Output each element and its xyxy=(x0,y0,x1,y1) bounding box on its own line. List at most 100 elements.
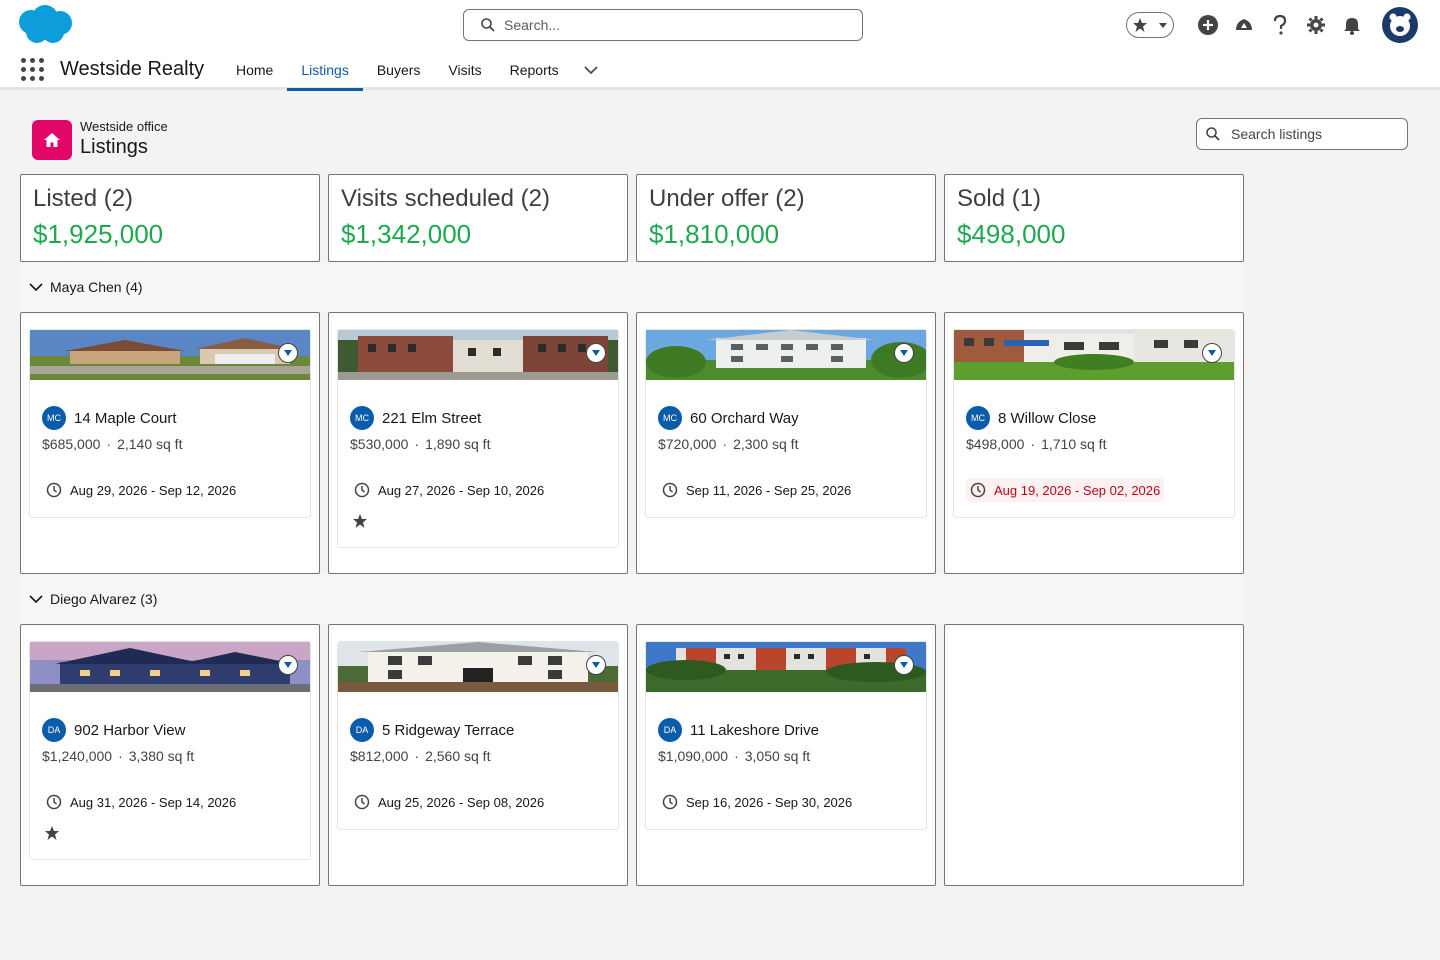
listing-photo xyxy=(338,642,618,692)
listing-price: $720,000 xyxy=(658,436,717,452)
listing-title[interactable]: 11 Lakeshore Drive xyxy=(690,722,819,739)
listing-area: 2,300 sq ft xyxy=(733,436,799,452)
lane-cell: DA 902 Harbor View $1,240,000 · 3,380 sq f… xyxy=(20,624,320,886)
favorite-star-icon[interactable] xyxy=(350,513,606,533)
listing-price: $1,240,000 xyxy=(42,748,113,764)
trailhead-icon[interactable] xyxy=(1226,7,1262,43)
listing-card[interactable]: MC 8 Willow Close $498,000 · 1,710 sq ft A… xyxy=(953,329,1235,518)
listing-area: 3,050 sq ft xyxy=(744,748,811,764)
visit-date-range: Sep 11, 2026 - Sep 25, 2026 xyxy=(658,478,855,502)
nav-tabs: Home Listings Buyers Visits Reports xyxy=(222,50,609,91)
nav-tab-listings[interactable]: Listings xyxy=(287,50,364,91)
favorite-star-icon[interactable] xyxy=(42,825,298,845)
listing-meta: $530,000 · 1,890 sq ft xyxy=(350,436,491,452)
listing-meta: $812,000 · 2,560 sq ft xyxy=(350,748,491,764)
clock-icon xyxy=(46,794,62,810)
salesforce-cloud-logo[interactable] xyxy=(15,4,75,46)
listing-price: $498,000 xyxy=(966,436,1025,452)
listing-photo xyxy=(338,330,618,380)
listing-card[interactable]: DA 902 Harbor View $1,240,000 · 3,380 sq f… xyxy=(29,641,311,860)
visit-date-range-overdue: Aug 19, 2026 - Sep 02, 2026 xyxy=(966,478,1165,502)
nav-tab-visits[interactable]: Visits xyxy=(434,50,495,90)
app-launcher-icon[interactable] xyxy=(21,58,45,82)
listing-title[interactable]: 5 Ridgeway Terrace xyxy=(382,722,514,739)
visit-date-range: Aug 25, 2026 - Sep 08, 2026 xyxy=(350,790,548,814)
clock-icon xyxy=(354,482,370,498)
group-label: Maya Chen (4) xyxy=(50,279,143,295)
listing-title[interactable]: 902 Harbor View xyxy=(74,722,185,739)
group-header-diego-alvarez[interactable]: Diego Alvarez (3) xyxy=(20,574,1244,624)
listing-meta: $685,000 · 2,140 sq ft xyxy=(42,436,183,452)
chevron-down-icon[interactable] xyxy=(586,343,606,363)
listing-meta: $1,090,000 · 3,050 sq ft xyxy=(658,748,811,764)
chevron-down-icon[interactable] xyxy=(1202,343,1222,363)
stage-amount: $498,000 xyxy=(957,219,1066,249)
lane-cell: DA 11 Lakeshore Drive $1,090,000 · 3,050 s… xyxy=(636,624,936,886)
nav-more-chevron-down-icon[interactable] xyxy=(573,50,609,90)
global-actions-plus-icon[interactable] xyxy=(1190,7,1226,43)
listing-meta: $498,000 · 1,710 sq ft xyxy=(966,436,1107,452)
user-avatar[interactable] xyxy=(1382,7,1418,43)
global-search-box[interactable]: Search... xyxy=(463,9,863,41)
nav-tab-buyers[interactable]: Buyers xyxy=(363,50,435,90)
clock-icon xyxy=(662,794,678,810)
chevron-down-icon[interactable] xyxy=(278,655,298,675)
listing-price: $812,000 xyxy=(350,748,409,764)
listings-search-input[interactable]: Search listings xyxy=(1196,118,1408,150)
listing-area: 3,380 sq ft xyxy=(128,748,195,764)
global-header: Search... xyxy=(0,0,1440,50)
setup-gear-icon[interactable] xyxy=(1298,7,1334,43)
lane-cell: MC 8 Willow Close $498,000 · 1,710 sq ft A… xyxy=(944,312,1244,574)
listing-title[interactable]: 60 Orchard Way xyxy=(690,410,799,427)
stage-label: Under offer (2) xyxy=(649,185,805,212)
listing-photo xyxy=(954,330,1234,380)
listing-price: $685,000 xyxy=(42,436,101,452)
stage-summary-listed: Listed (2) $1,925,000 xyxy=(20,174,320,262)
listing-card[interactable]: MC 221 Elm Street $530,000 · 1,890 sq ft A… xyxy=(337,329,619,548)
listing-card[interactable]: DA 5 Ridgeway Terrace $812,000 · 2,560 sq … xyxy=(337,641,619,830)
stage-amount: $1,925,000 xyxy=(33,219,164,249)
chevron-down-icon[interactable] xyxy=(278,343,298,363)
stage-amount: $1,810,000 xyxy=(649,219,780,249)
listing-photo xyxy=(30,642,310,692)
group-header-maya-chen[interactable]: Maya Chen (4) xyxy=(20,262,1244,312)
star-icon[interactable] xyxy=(1132,17,1148,33)
listing-area: 1,890 sq ft xyxy=(425,436,491,452)
help-icon[interactable] xyxy=(1262,7,1298,43)
listing-area: 2,560 sq ft xyxy=(425,748,491,764)
listings-home-icon xyxy=(32,120,72,160)
search-icon xyxy=(480,17,496,33)
app-navigation-bar: Westside Realty Home Listings Buyers Vis… xyxy=(0,50,1440,91)
breadcrumb[interactable]: Westside office xyxy=(80,119,168,134)
listing-area: 2,140 sq ft xyxy=(117,436,183,452)
visit-date-range: Aug 29, 2026 - Sep 12, 2026 xyxy=(42,478,240,502)
listing-card[interactable]: DA 11 Lakeshore Drive $1,090,000 · 3,050 s… xyxy=(645,641,927,830)
listing-price: $1,090,000 xyxy=(658,748,729,764)
group-label: Diego Alvarez (3) xyxy=(50,591,158,607)
listing-price: $530,000 xyxy=(350,436,409,452)
listing-photo xyxy=(646,330,926,380)
nav-tab-reports[interactable]: Reports xyxy=(496,50,573,90)
chevron-down-icon[interactable] xyxy=(894,343,914,363)
listing-card[interactable]: MC 60 Orchard Way $720,000 · 2,300 sq ft S… xyxy=(645,329,927,518)
listing-title[interactable]: 8 Willow Close xyxy=(998,410,1096,427)
chevron-down-icon[interactable] xyxy=(28,591,44,607)
chevron-down-icon[interactable] xyxy=(894,655,914,675)
nav-tab-home[interactable]: Home xyxy=(222,50,287,90)
chevron-down-icon[interactable] xyxy=(1158,20,1168,30)
lane-cell-empty xyxy=(944,624,1244,886)
clock-icon xyxy=(354,794,370,810)
clock-icon xyxy=(662,482,678,498)
page-title: Listings xyxy=(80,136,148,158)
notifications-bell-icon[interactable] xyxy=(1334,7,1370,43)
chevron-down-icon[interactable] xyxy=(28,279,44,295)
app-name: Westside Realty xyxy=(60,58,205,80)
listing-card[interactable]: MC 14 Maple Court $685,000 · 2,140 sq ft A… xyxy=(29,329,311,518)
listing-title[interactable]: 221 Elm Street xyxy=(382,410,481,427)
stage-amount: $1,342,000 xyxy=(341,219,472,249)
chevron-down-icon[interactable] xyxy=(586,655,606,675)
listing-photo xyxy=(646,642,926,692)
favorites-button-group[interactable] xyxy=(1126,12,1174,38)
listing-title[interactable]: 14 Maple Court xyxy=(74,410,177,427)
lane-cell: MC 14 Maple Court $685,000 · 2,140 sq ft A… xyxy=(20,312,320,574)
